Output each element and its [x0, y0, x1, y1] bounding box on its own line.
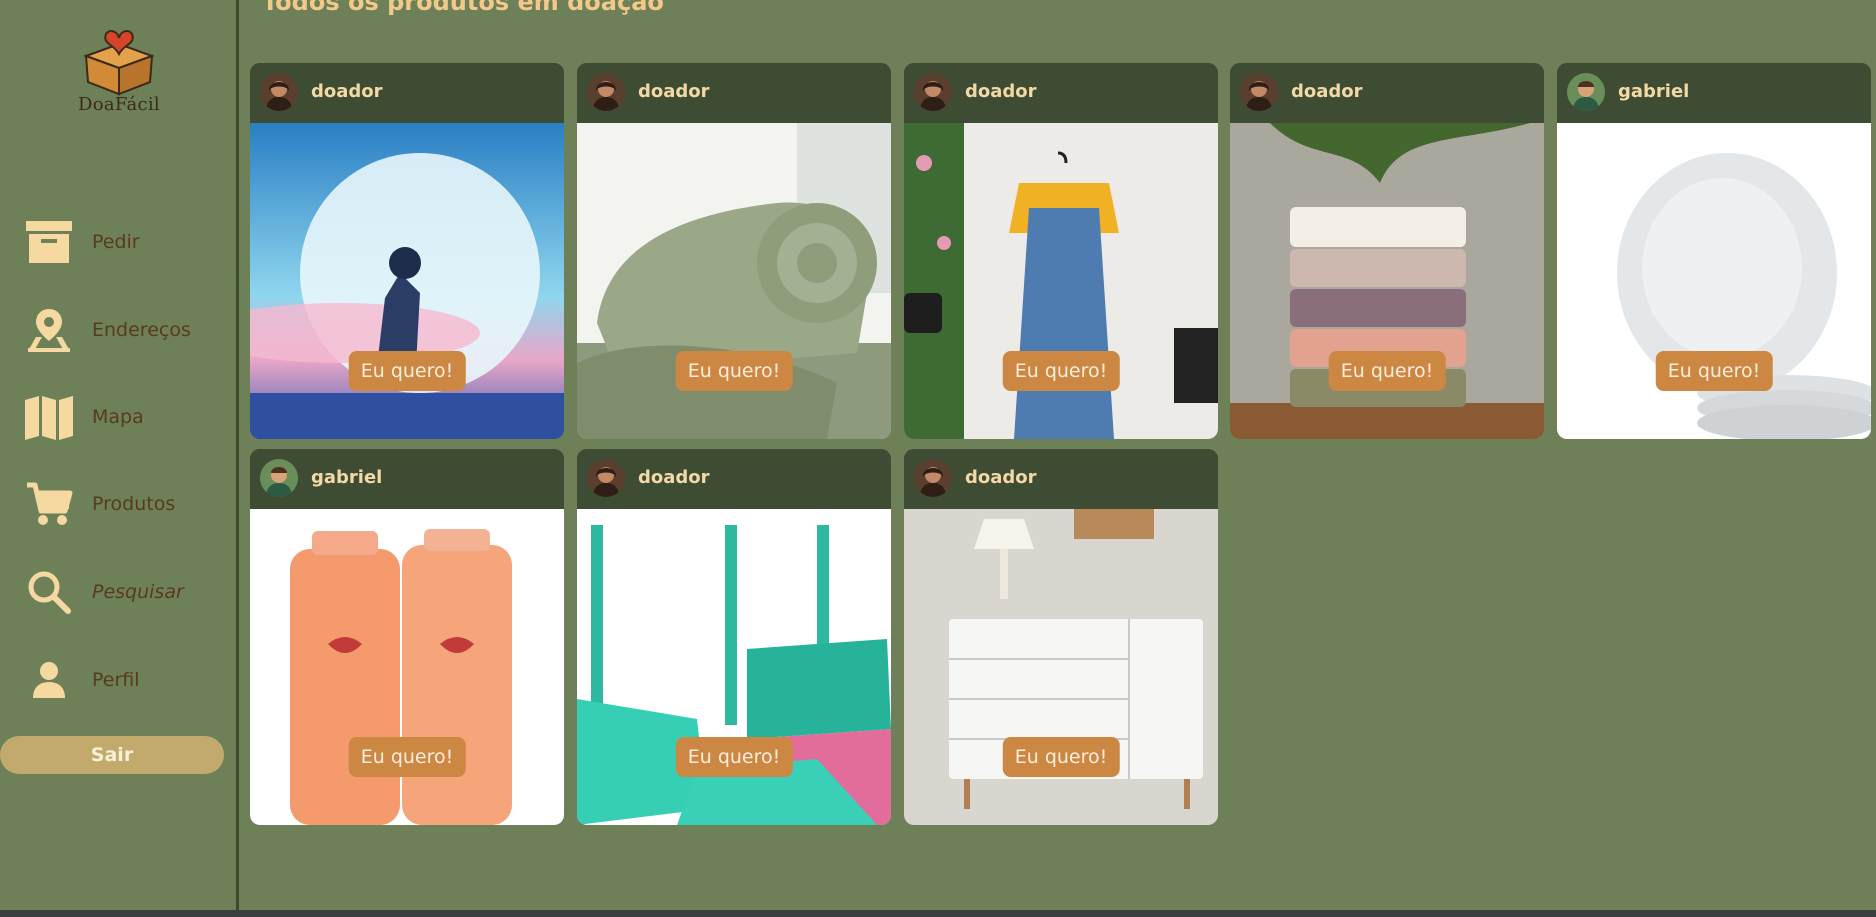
sidebar: DoaFácil Pedir Endereços Mapa Produtos P…: [0, 0, 239, 910]
product-card: doador Eu quero!: [250, 63, 564, 439]
want-button[interactable]: Eu quero!: [348, 737, 466, 777]
card-header: doador: [1230, 63, 1544, 123]
sidebar-item-label: Pedir: [92, 231, 140, 253]
card-header: doador: [250, 63, 564, 123]
product-image: Eu quero!: [577, 509, 891, 825]
card-username[interactable]: doador: [311, 81, 383, 102]
product-card: doador Eu quero!: [577, 63, 891, 439]
card-username[interactable]: doador: [965, 467, 1037, 488]
want-button[interactable]: Eu quero!: [1002, 351, 1120, 391]
want-button[interactable]: Eu quero!: [1655, 351, 1773, 391]
product-image: Eu quero!: [250, 123, 564, 439]
card-header: doador: [904, 63, 1218, 123]
sidebar-item-pedir[interactable]: Pedir: [22, 214, 222, 270]
sidebar-item-label: Endereços: [92, 319, 191, 341]
app-logo[interactable]: DoaFácil: [66, 30, 172, 120]
product-image: Eu quero!: [904, 509, 1218, 825]
product-image: Eu quero!: [250, 509, 564, 825]
card-header: doador: [577, 449, 891, 509]
donation-box-icon: [83, 30, 155, 96]
want-button[interactable]: Eu quero!: [675, 351, 793, 391]
want-button[interactable]: Eu quero!: [348, 351, 466, 391]
product-image: Eu quero!: [904, 123, 1218, 439]
product-image: Eu quero!: [577, 123, 891, 439]
card-header: gabriel: [250, 449, 564, 509]
product-image: Eu quero!: [1230, 123, 1544, 439]
logo-text: DoaFácil: [78, 94, 160, 115]
sidebar-item-pesquisar[interactable]: Pesquisar: [22, 564, 222, 620]
logout-button[interactable]: Sair: [0, 736, 224, 774]
map-icon: [22, 390, 76, 444]
want-button[interactable]: Eu quero!: [1002, 737, 1120, 777]
window-bottom-edge: [0, 910, 1876, 917]
sidebar-item-label: Perfil: [92, 669, 140, 691]
location-map-icon: [22, 303, 76, 357]
card-header: doador: [904, 449, 1218, 509]
want-button[interactable]: Eu quero!: [675, 737, 793, 777]
product-card: gabriel Eu quero!: [1557, 63, 1871, 439]
sidebar-item-mapa[interactable]: Mapa: [22, 389, 222, 445]
product-card: gabriel Eu quero!: [250, 449, 564, 825]
card-username[interactable]: doador: [965, 81, 1037, 102]
card-username[interactable]: doador: [638, 467, 710, 488]
sidebar-item-label: Produtos: [92, 493, 176, 515]
card-username[interactable]: gabriel: [311, 467, 382, 488]
sidebar-item-perfil[interactable]: Perfil: [22, 652, 222, 708]
want-button[interactable]: Eu quero!: [1328, 351, 1446, 391]
sidebar-item-label: Pesquisar: [92, 581, 184, 603]
search-icon: [22, 565, 76, 619]
sidebar-item-enderecos[interactable]: Endereços: [22, 302, 222, 358]
card-username[interactable]: doador: [1291, 81, 1363, 102]
avatar: [587, 73, 625, 111]
card-username[interactable]: doador: [638, 81, 710, 102]
sidebar-item-label: Mapa: [92, 406, 144, 428]
person-icon: [22, 653, 76, 707]
avatar: [1240, 73, 1278, 111]
cart-icon: [22, 477, 76, 531]
page-title: Todos os produtos em doação: [262, 0, 664, 16]
sidebar-item-produtos[interactable]: Produtos: [22, 476, 222, 532]
product-card: doador Eu quero!: [577, 449, 891, 825]
avatar: [260, 73, 298, 111]
avatar: [914, 73, 952, 111]
card-header: gabriel: [1557, 63, 1871, 123]
product-card: doador Eu quero!: [904, 449, 1218, 825]
avatar: [587, 459, 625, 497]
avatar: [1567, 73, 1605, 111]
box-icon: [22, 215, 76, 269]
avatar: [260, 459, 298, 497]
card-username[interactable]: gabriel: [1618, 81, 1689, 102]
product-image: Eu quero!: [1557, 123, 1871, 439]
avatar: [914, 459, 952, 497]
product-card: doador Eu quero!: [1230, 63, 1544, 439]
card-header: doador: [577, 63, 891, 123]
product-card: doador Eu quero!: [904, 63, 1218, 439]
